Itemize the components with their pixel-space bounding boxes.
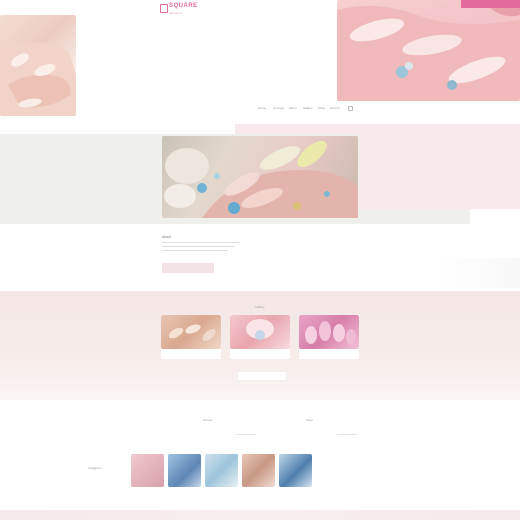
hero-hand-image-right — [337, 0, 520, 101]
footer-strip — [0, 510, 520, 520]
instagram-thumb[interactable] — [168, 454, 201, 487]
gallery-card[interactable] — [230, 315, 290, 359]
instagram-thumb[interactable] — [205, 454, 238, 487]
nav-item-menu[interactable]: Menu — [289, 106, 297, 110]
gallery-card[interactable] — [161, 315, 221, 359]
about-title: About — [162, 235, 172, 239]
info-section: Access Shop Instagram — [0, 400, 520, 510]
nav-item-gallery[interactable]: Gallery — [303, 106, 313, 110]
about-section: About — [0, 224, 520, 291]
info-right-title: Shop — [306, 418, 314, 422]
about-text-line — [162, 242, 240, 243]
hero-hand-image-left — [0, 15, 76, 116]
nav-item-shop[interactable]: Shop — [318, 106, 325, 110]
about-more-button[interactable] — [162, 263, 214, 273]
hero-pink-strip — [359, 134, 470, 209]
reserve-button[interactable] — [461, 0, 520, 8]
instagram-thumb[interactable] — [279, 454, 312, 487]
instagram-icon[interactable] — [348, 106, 353, 111]
logo-icon — [160, 4, 168, 13]
logo-subtext: nail salon — [169, 11, 182, 15]
gallery-title: Gallery — [255, 305, 265, 309]
gallery-image — [161, 315, 221, 349]
about-text-block — [162, 242, 242, 256]
logo-text: SQUARE — [169, 3, 198, 9]
header: SQUARE nail salon Home Concept Menu Gall… — [0, 0, 520, 130]
gallery-image — [299, 315, 359, 349]
gallery-more-button[interactable] — [237, 371, 287, 381]
info-left-title: Access — [203, 418, 213, 422]
instagram-label: Instagram — [88, 466, 102, 470]
hero-section — [0, 124, 520, 224]
logo[interactable]: SQUARE nail salon — [160, 3, 230, 17]
instagram-thumb[interactable] — [131, 454, 164, 487]
nav-item-home[interactable]: Home — [258, 106, 266, 110]
about-text-line — [162, 246, 234, 247]
nav-item-recruit[interactable]: Recruit — [330, 106, 340, 110]
main-nav: Home Concept Menu Gallery Shop Recruit — [258, 106, 368, 112]
nav-item-concept[interactable]: Concept — [273, 106, 284, 110]
info-right-line — [337, 434, 357, 435]
instagram-thumb[interactable] — [242, 454, 275, 487]
hero-main-image — [162, 136, 358, 218]
gallery-section: Gallery — [0, 291, 520, 400]
gallery-card[interactable] — [299, 315, 359, 359]
info-left-line — [236, 434, 256, 435]
gallery-image — [230, 315, 290, 349]
about-text-line — [162, 250, 228, 251]
about-decor — [440, 258, 520, 288]
